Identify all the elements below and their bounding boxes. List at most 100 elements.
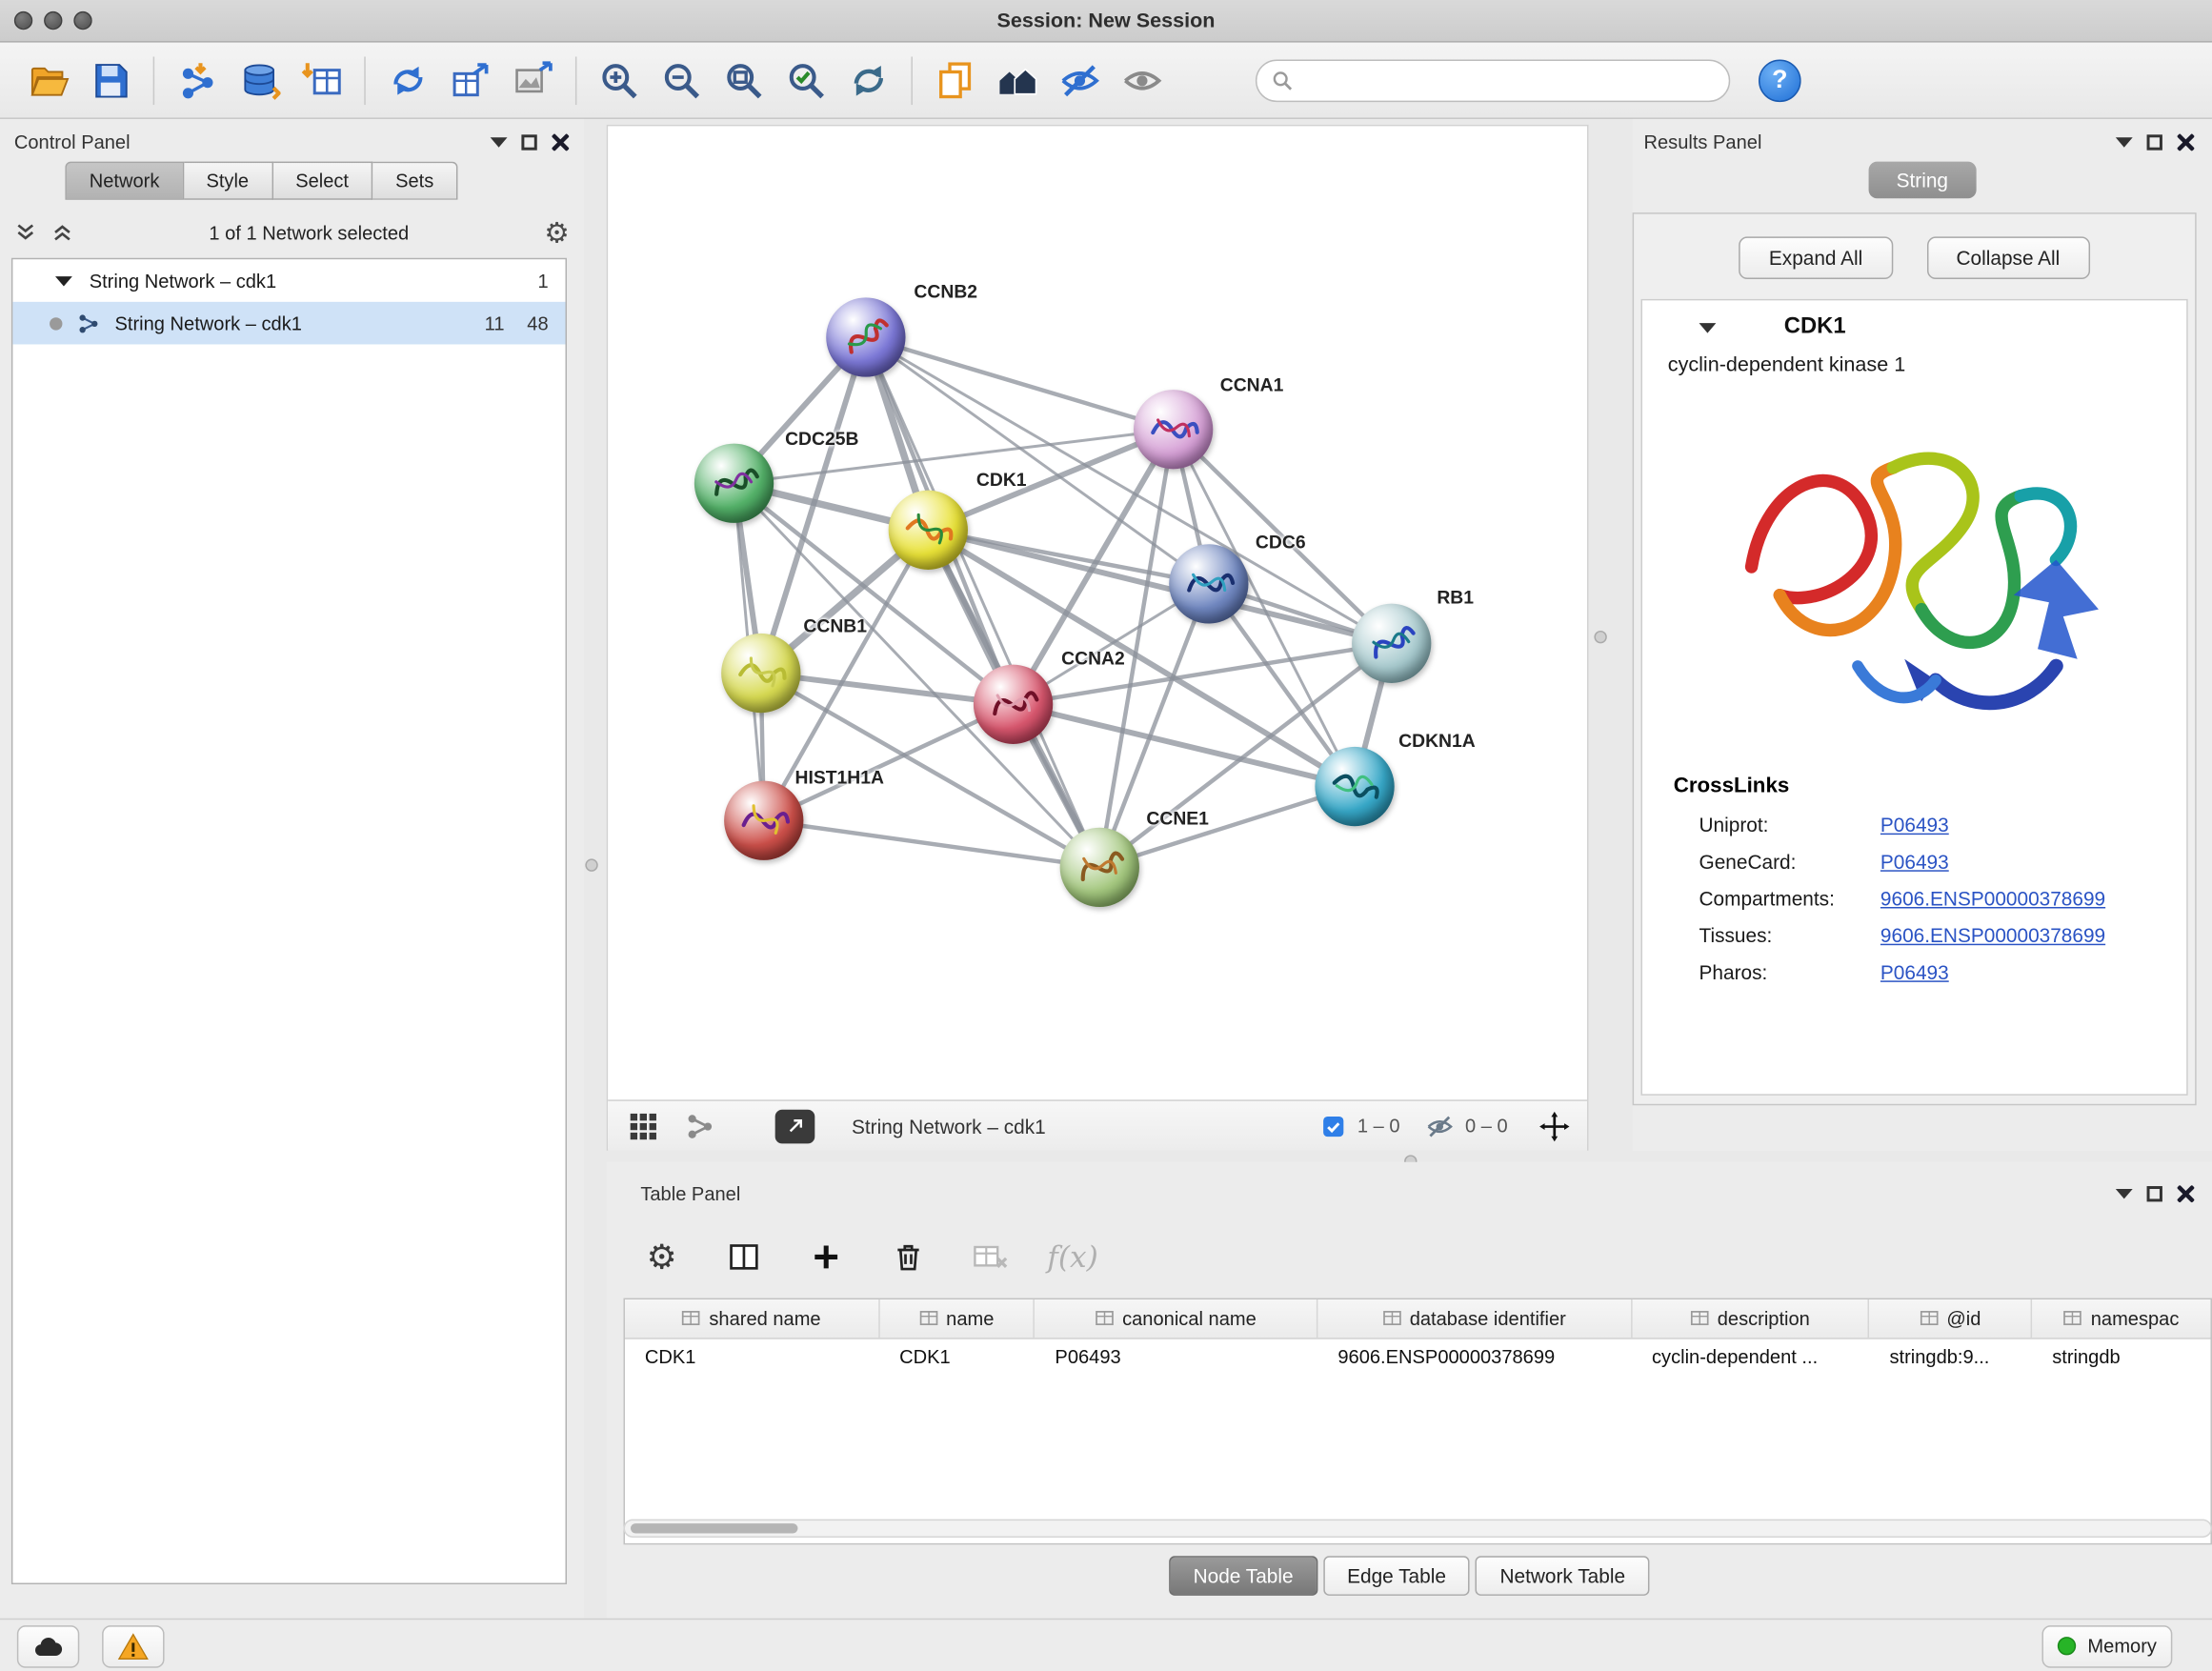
network-node-CDC6[interactable] [1169, 544, 1248, 623]
network-node-HIST1H1A[interactable] [724, 781, 803, 860]
left-splitter-handle[interactable] [585, 858, 597, 871]
table-row[interactable]: CDK1 CDK1 P06493 9606.ENSP00000378699 cy… [625, 1339, 2211, 1378]
show-all-button[interactable] [1111, 49, 1173, 111]
column-header-id[interactable]: @id [1870, 1299, 2033, 1338]
horizontal-scrollbar[interactable] [624, 1520, 2212, 1538]
column-header-canonical-name[interactable]: canonical name [1036, 1299, 1318, 1338]
copy-document-button[interactable] [924, 49, 986, 111]
open-session-button[interactable] [17, 49, 79, 111]
tab-style[interactable]: Style [184, 162, 273, 200]
selected-nodes-checkbox-icon[interactable] [1320, 1113, 1346, 1138]
delete-column-icon[interactable] [887, 1236, 930, 1278]
zoom-in-button[interactable] [588, 49, 650, 111]
float-panel-icon[interactable] [2147, 134, 2162, 150]
cell-database-identifier[interactable]: 9606.ENSP00000378699 [1318, 1339, 1633, 1378]
collapse-section-icon[interactable] [1699, 322, 1717, 332]
memory-button[interactable]: Memory [2042, 1624, 2173, 1667]
tab-network-table[interactable]: Network Table [1476, 1556, 1649, 1596]
home-networks-button[interactable] [986, 49, 1048, 111]
crosslink-uniprot[interactable]: P06493 [1880, 814, 1949, 836]
network-node-CDKN1A[interactable] [1315, 747, 1394, 826]
panel-menu-icon[interactable] [491, 137, 508, 147]
add-column-icon[interactable] [805, 1236, 848, 1278]
zoom-selected-button[interactable] [775, 49, 837, 111]
birds-eye-view-button[interactable] [625, 1107, 662, 1144]
hide-selected-button[interactable] [1049, 49, 1111, 111]
tab-select[interactable]: Select [272, 162, 372, 200]
close-panel-icon[interactable] [2177, 1184, 2195, 1202]
float-panel-icon[interactable] [2147, 1185, 2162, 1200]
clone-network-button[interactable] [377, 49, 439, 111]
tab-node-table[interactable]: Node Table [1169, 1556, 1317, 1596]
network-node-CCNB1[interactable] [721, 634, 800, 713]
tab-edge-table[interactable]: Edge Table [1323, 1556, 1470, 1596]
string-tab-badge[interactable]: String [1868, 162, 1977, 199]
network-edge-CCNB2-CCNE1[interactable] [866, 337, 1099, 867]
network-edge-HIST1H1A-CCNE1[interactable] [764, 820, 1100, 867]
cell-shared-name[interactable]: CDK1 [625, 1339, 879, 1378]
crosslink-genecard[interactable]: P06493 [1880, 851, 1949, 874]
tab-network[interactable]: Network [65, 162, 183, 200]
cell-canonical-name[interactable]: P06493 [1036, 1339, 1318, 1378]
collapse-all-tree-icon[interactable] [14, 221, 37, 244]
crosslink-compartments[interactable]: 9606.ENSP00000378699 [1880, 887, 2105, 910]
cell-namespace[interactable]: stringdb [2032, 1339, 2210, 1378]
panel-menu-icon[interactable] [2116, 1188, 2133, 1198]
network-node-CCNB2[interactable] [826, 297, 905, 376]
node-table-header: shared name name canonical name database… [625, 1299, 2211, 1339]
column-header-database-identifier[interactable]: database identifier [1318, 1299, 1633, 1338]
network-edge-CCNB2-CCNA1[interactable] [866, 337, 1174, 430]
warnings-button[interactable] [102, 1624, 164, 1667]
scrollbar-thumb[interactable] [631, 1523, 798, 1533]
column-header-name[interactable]: name [879, 1299, 1035, 1338]
crosslink-pharos[interactable]: P06493 [1880, 961, 1949, 984]
export-network-button[interactable] [775, 1109, 815, 1143]
float-panel-icon[interactable] [521, 134, 536, 150]
move-crosshair-icon[interactable] [1538, 1110, 1570, 1141]
close-panel-icon[interactable] [2177, 132, 2195, 151]
search-input[interactable] [1302, 70, 1715, 91]
network-node-CDC25B[interactable] [694, 444, 774, 523]
network-options-gear-icon[interactable]: ⚙ [544, 218, 570, 247]
hidden-eye-slash-icon[interactable] [1425, 1112, 1454, 1140]
network-from-table-button[interactable] [439, 49, 501, 111]
expand-all-tree-icon[interactable] [51, 221, 74, 244]
tab-sets[interactable]: Sets [372, 162, 457, 200]
import-table-button[interactable] [291, 49, 352, 111]
right-splitter-handle[interactable] [1594, 631, 1606, 643]
network-node-CCNE1[interactable] [1060, 828, 1139, 907]
column-header-description[interactable]: description [1632, 1299, 1869, 1338]
table-settings-gear-icon[interactable]: ⚙ [640, 1236, 683, 1278]
help-button[interactable]: ? [1759, 59, 1801, 102]
crosslink-tissues[interactable]: 9606.ENSP00000378699 [1880, 924, 2105, 947]
column-header-shared-name[interactable]: shared name [625, 1299, 879, 1338]
network-node-RB1[interactable] [1352, 604, 1431, 683]
network-overview-button[interactable] [681, 1107, 718, 1144]
network-collection-row[interactable]: String Network – cdk1 1 [12, 259, 565, 302]
cell-description[interactable]: cyclin-dependent ... [1632, 1339, 1869, 1378]
zoom-fit-button[interactable] [713, 49, 774, 111]
network-row[interactable]: String Network – cdk1 11 48 [12, 302, 565, 345]
cell-id[interactable]: stringdb:9... [1870, 1339, 2033, 1378]
network-node-CCNA2[interactable] [974, 665, 1053, 744]
column-header-namespace[interactable]: namespac [2032, 1299, 2210, 1338]
show-columns-icon[interactable] [723, 1236, 766, 1278]
expand-all-button[interactable]: Expand All [1739, 236, 1893, 279]
zoom-out-button[interactable] [651, 49, 713, 111]
import-network-file-button[interactable] [166, 49, 228, 111]
network-node-label-CCNB2: CCNB2 [914, 281, 977, 302]
collection-expand-icon[interactable] [55, 275, 72, 285]
collapse-all-button[interactable]: Collapse All [1926, 236, 2089, 279]
network-node-CDK1[interactable] [889, 491, 968, 570]
cell-name[interactable]: CDK1 [879, 1339, 1035, 1378]
network-canvas[interactable]: CCNB2CCNA1CDC25BCDK1CDC6RB1CCNB1CCNA2CDK… [608, 126, 1590, 1099]
import-network-database-button[interactable] [228, 49, 290, 111]
network-node-CCNA1[interactable] [1134, 390, 1213, 469]
save-session-button[interactable] [79, 49, 141, 111]
close-panel-icon[interactable] [552, 132, 570, 151]
refresh-view-button[interactable] [837, 49, 899, 111]
panel-menu-icon[interactable] [2116, 137, 2133, 147]
cloud-status-button[interactable] [17, 1624, 79, 1667]
export-image-button[interactable] [502, 49, 564, 111]
network-view[interactable]: CCNB2CCNA1CDC25BCDK1CDC6RB1CCNB1CCNA2CDK… [607, 125, 1589, 1151]
